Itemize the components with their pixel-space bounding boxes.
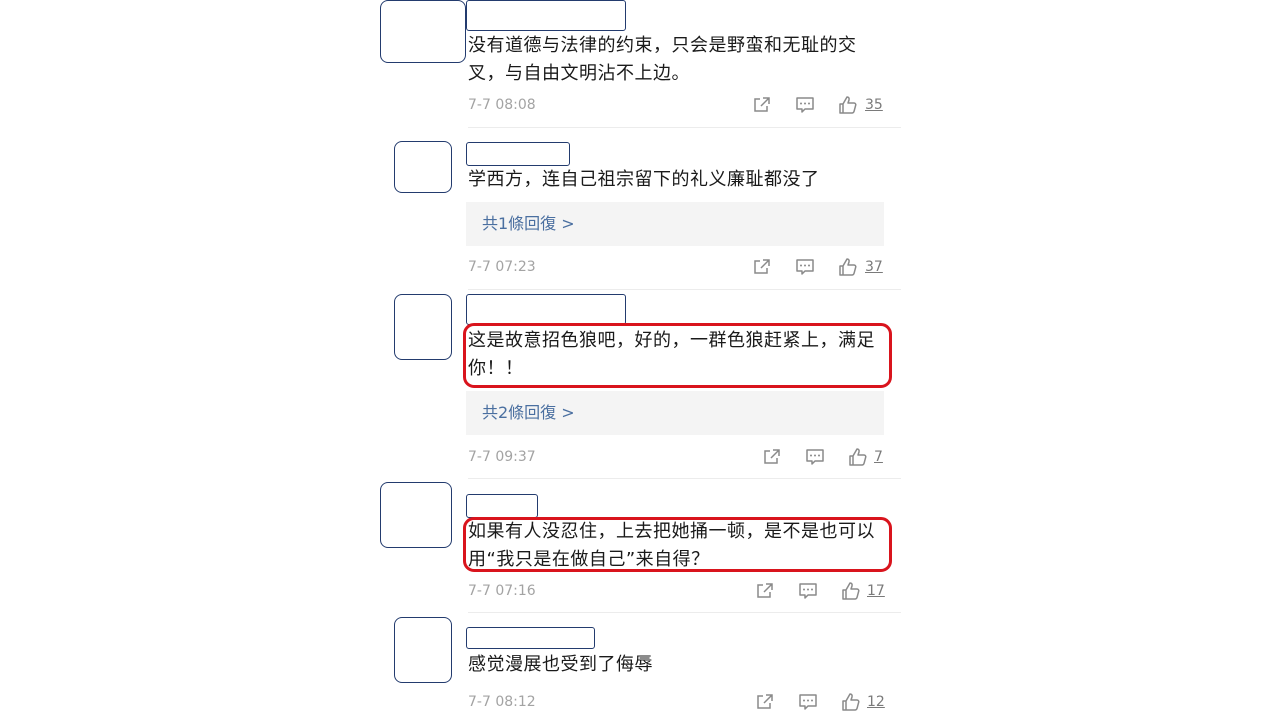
avatar[interactable] (394, 141, 452, 193)
like-count[interactable]: 35 (865, 93, 883, 117)
username[interactable] (466, 494, 538, 518)
divider (468, 127, 901, 128)
share-icon[interactable] (752, 257, 772, 277)
like-count[interactable]: 17 (867, 579, 885, 603)
comment-text: 没有道德与法律的约束，只会是野蛮和无耻的交叉，与自由文明沾不上边。 (468, 35, 857, 84)
thumbs-up-icon[interactable] (838, 95, 858, 115)
divider (468, 289, 901, 290)
thumbs-up-icon[interactable] (838, 257, 858, 277)
comment-meta: 7-7 07:16 17 (0, 579, 1280, 603)
comment-icon[interactable] (798, 581, 818, 601)
highlight-box (463, 517, 892, 572)
comment-icon[interactable] (798, 692, 818, 712)
avatar[interactable] (380, 482, 452, 548)
highlight-box (463, 323, 892, 388)
comment-icon[interactable] (795, 95, 815, 115)
timestamp: 7-7 07:16 (468, 583, 536, 599)
timestamp: 7-7 08:08 (468, 97, 536, 113)
comment-text: 学西方，连自己祖宗留下的礼义廉耻都没了 (468, 169, 820, 190)
like-count[interactable]: 12 (867, 690, 885, 714)
comment-meta: 7-7 09:37 7 (0, 445, 1280, 469)
thumbs-up-icon[interactable] (848, 447, 868, 467)
timestamp: 7-7 08:12 (468, 694, 536, 710)
comment-icon[interactable] (805, 447, 825, 467)
timestamp: 7-7 07:23 (468, 259, 536, 275)
share-icon[interactable] (755, 581, 775, 601)
thumbs-up-icon[interactable] (841, 692, 861, 712)
like-count[interactable]: 7 (874, 445, 883, 469)
username[interactable] (466, 627, 595, 649)
username[interactable] (466, 0, 626, 31)
timestamp: 7-7 09:37 (468, 449, 536, 465)
share-icon[interactable] (752, 95, 772, 115)
view-replies-link[interactable]: 共2條回復 > (466, 391, 884, 435)
comment-icon[interactable] (795, 257, 815, 277)
comment-meta: 7-7 07:23 37 (0, 255, 1280, 279)
share-icon[interactable] (762, 447, 782, 467)
thumbs-up-icon[interactable] (841, 581, 861, 601)
username[interactable] (466, 294, 626, 325)
comment-meta: 7-7 08:08 35 (0, 93, 1280, 117)
divider (468, 478, 901, 479)
avatar[interactable] (380, 0, 466, 63)
comment-text: 感觉漫展也受到了侮辱 (468, 654, 653, 675)
avatar[interactable] (394, 617, 452, 683)
view-replies-link[interactable]: 共1條回復 > (466, 202, 884, 246)
share-icon[interactable] (755, 692, 775, 712)
username[interactable] (466, 142, 570, 166)
avatar[interactable] (394, 294, 452, 360)
divider (468, 612, 901, 613)
comment-meta: 7-7 08:12 12 (0, 690, 1280, 714)
like-count[interactable]: 37 (865, 255, 883, 279)
